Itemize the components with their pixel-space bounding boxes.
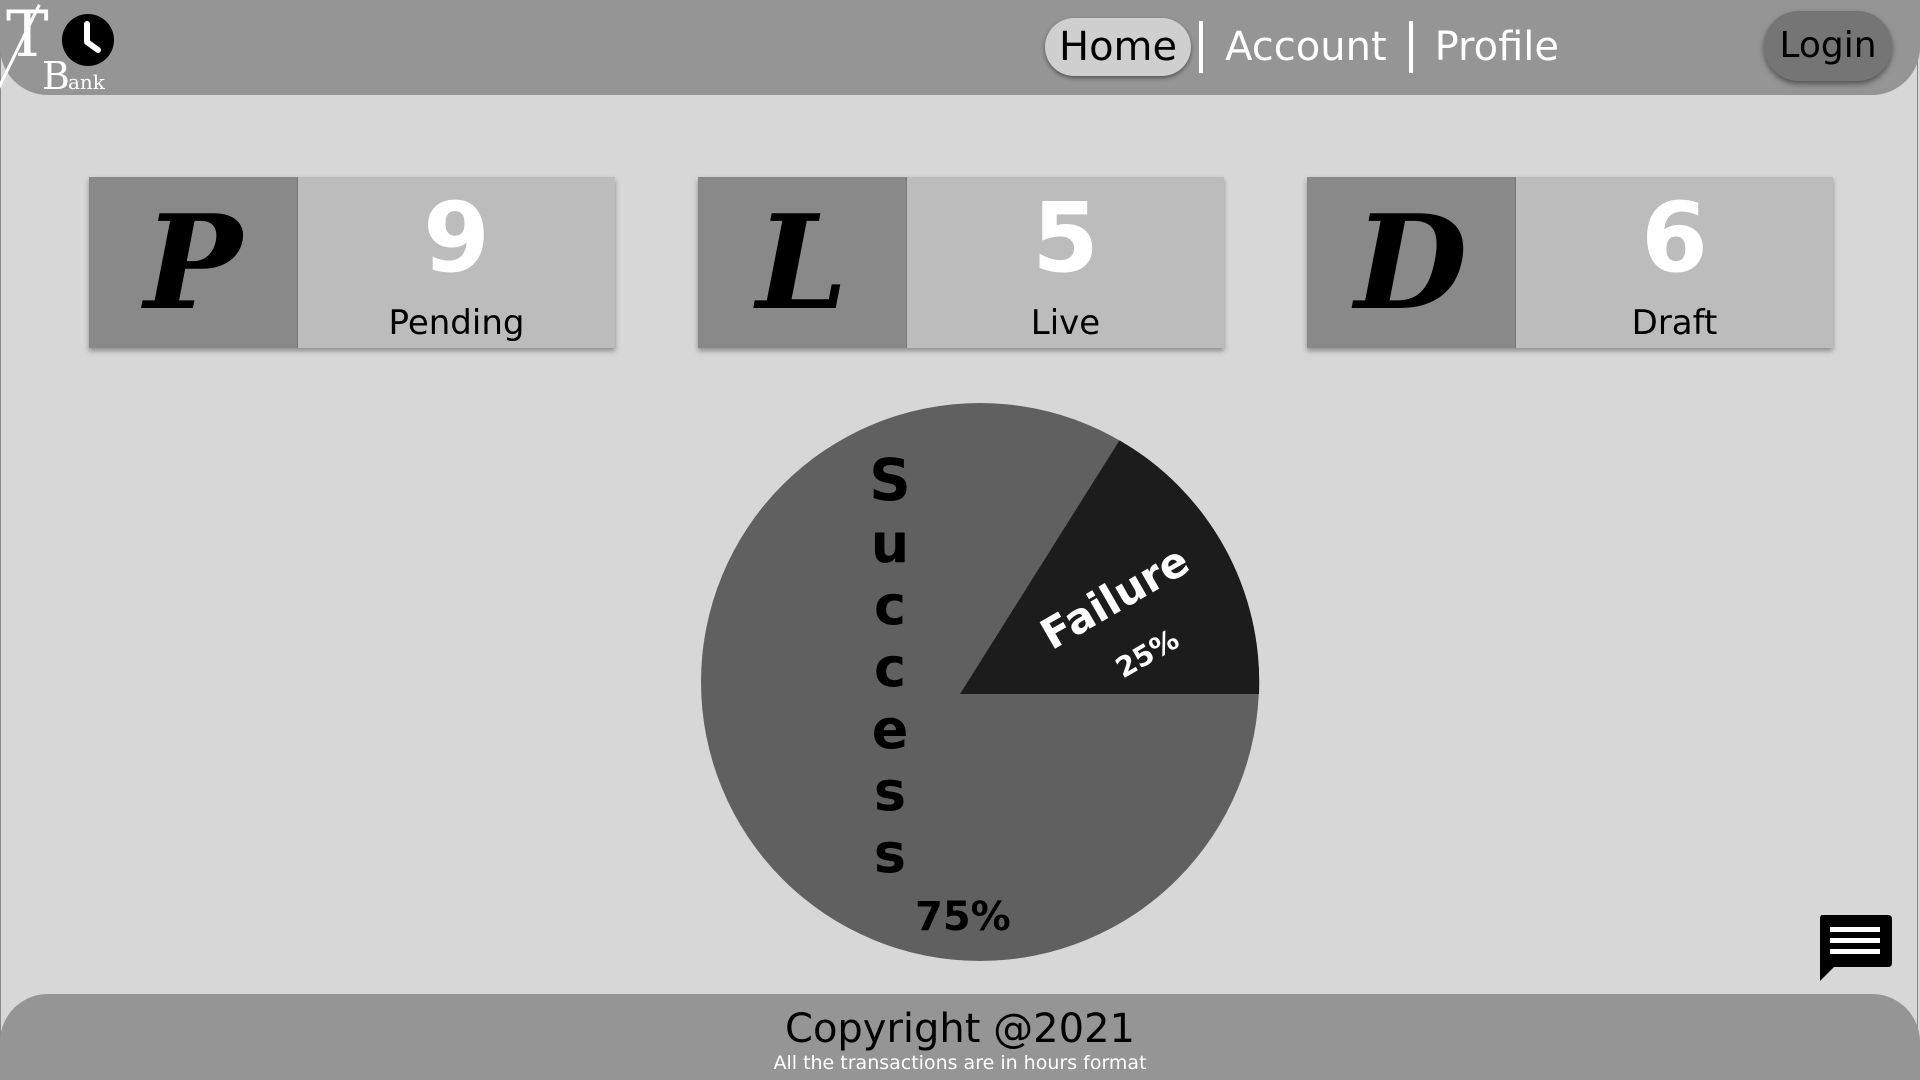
clock-icon [62, 14, 114, 66]
bank-logo[interactable]: T B ank [0, 0, 120, 98]
draft-label: Draft [1631, 303, 1718, 343]
nav-divider [1199, 21, 1204, 73]
login-button[interactable]: Login [1764, 11, 1892, 81]
copyright-text: Copyright @2021 [785, 1006, 1135, 1052]
live-card[interactable]: L 5 Live [698, 177, 1224, 348]
pending-stats: 9 Pending [298, 177, 615, 348]
pending-label: Pending [388, 303, 525, 343]
nav-divider [1408, 21, 1413, 73]
draft-count: 6 [1641, 182, 1708, 294]
success-label-letter: u [871, 512, 909, 575]
pending-icon-panel: P [89, 177, 298, 348]
footer-note: All the transactions are in hours format [773, 1052, 1147, 1074]
live-count: 5 [1032, 182, 1099, 294]
nav-home[interactable]: Home [1045, 18, 1192, 76]
live-stats: 5 Live [907, 177, 1224, 348]
draft-card[interactable]: D 6 Draft [1307, 177, 1833, 348]
live-icon: L [756, 186, 848, 339]
chat-icon [1820, 915, 1892, 981]
logo-suffix: ank [68, 70, 105, 94]
success-label-letter: s [874, 760, 906, 823]
success-label-letter: s [874, 822, 906, 885]
draft-icon: D [1354, 186, 1468, 339]
page-footer: Copyright @2021 All the transactions are… [0, 994, 1920, 1080]
draft-icon-panel: D [1307, 177, 1516, 348]
live-icon-panel: L [698, 177, 907, 348]
success-value-label: 75% [915, 894, 1011, 940]
success-label-letter: c [874, 636, 906, 699]
pending-count: 9 [423, 182, 490, 294]
success-label-letter: S [869, 446, 911, 514]
transactions-pie-chart: Success75%Failure25% [701, 403, 1260, 961]
success-label-letter: e [872, 698, 909, 761]
draft-stats: 6 Draft [1516, 177, 1833, 348]
live-label: Live [1030, 303, 1101, 343]
pending-icon: P [144, 186, 242, 339]
chat-button[interactable] [1816, 913, 1894, 983]
pending-card[interactable]: P 9 Pending [89, 177, 615, 348]
top-header: T B ank Home Account Profile Login [0, 0, 1920, 98]
success-label-letter: c [874, 574, 906, 637]
nav-account[interactable]: Account [1211, 18, 1401, 76]
nav-profile[interactable]: Profile [1421, 18, 1573, 76]
main-nav: Home Account Profile [1045, 18, 1573, 76]
